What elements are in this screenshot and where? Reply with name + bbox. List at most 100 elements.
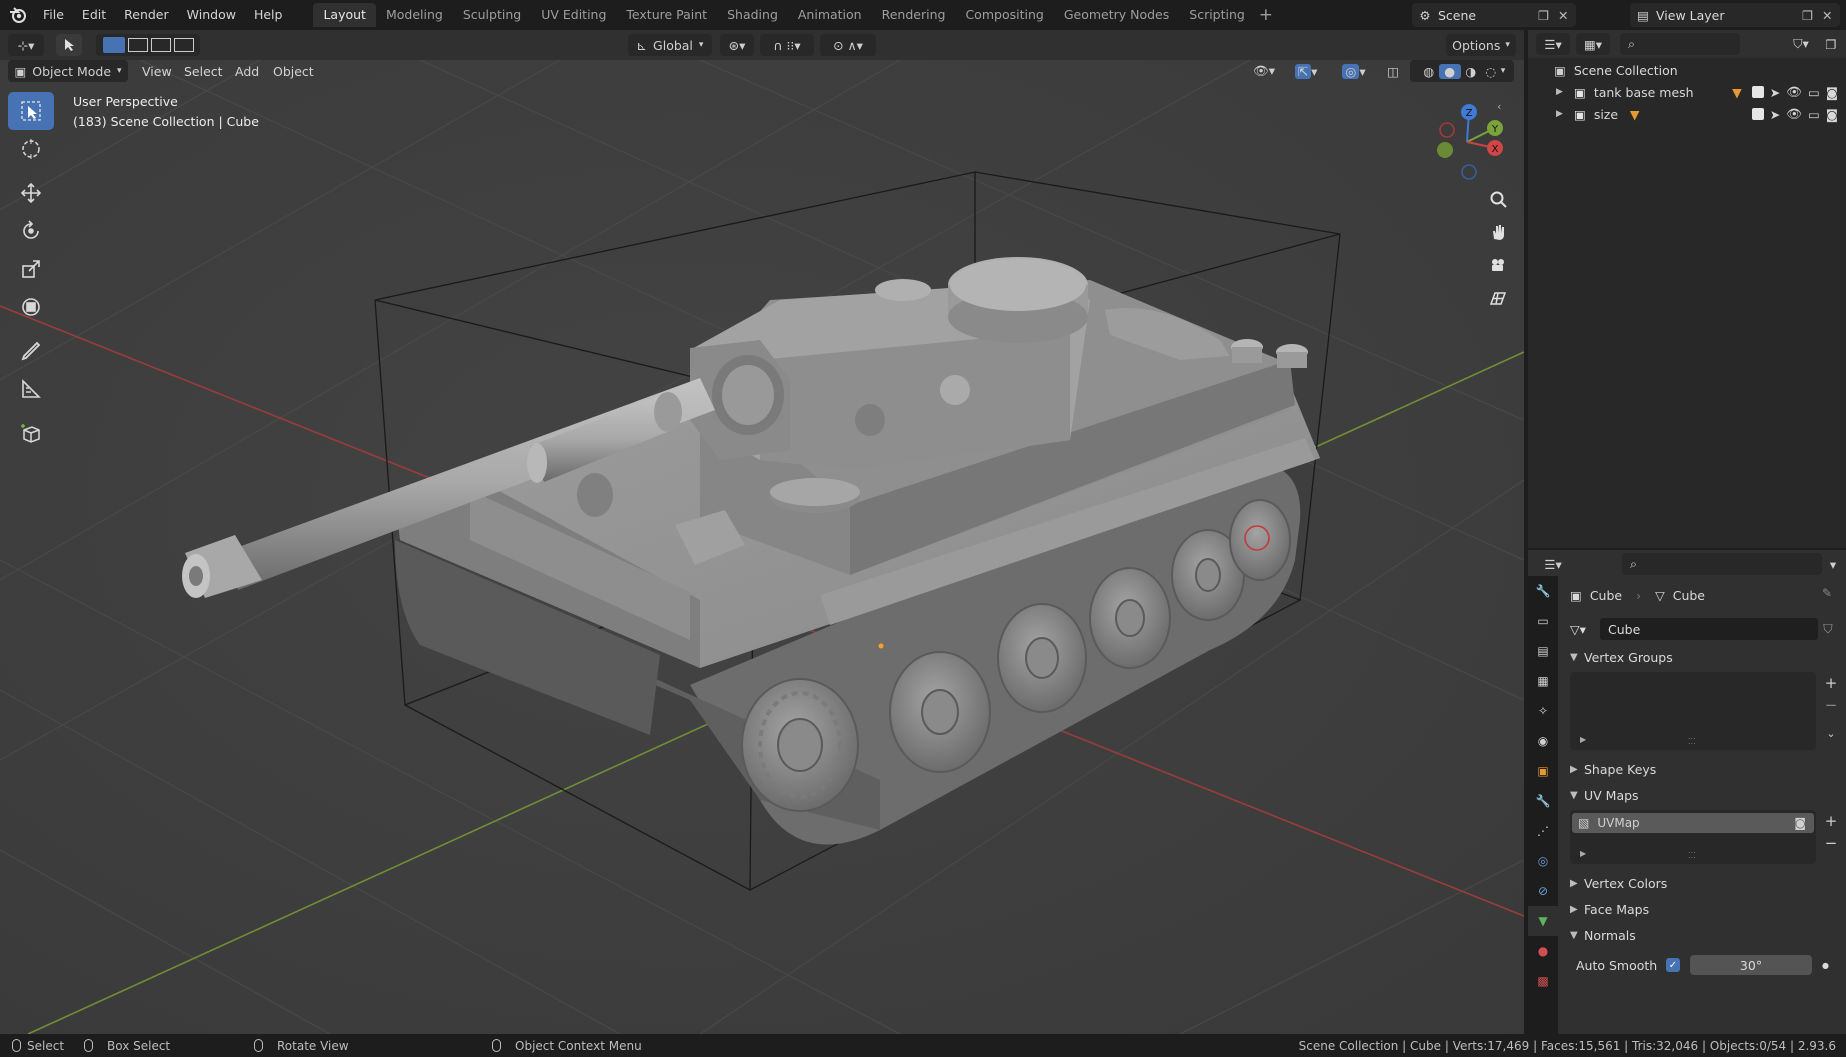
add-cube-tool-icon[interactable] — [8, 414, 54, 452]
snapping-toggle[interactable]: ∩ ⁝⁝▾ — [760, 34, 814, 56]
pan-hand-icon[interactable] — [1483, 217, 1513, 247]
auto-smooth-checkbox[interactable]: ✓ — [1666, 958, 1680, 972]
add-vertex-group-button[interactable]: + — [1820, 672, 1842, 694]
outliner-search-input[interactable]: ⌕ — [1620, 33, 1740, 55]
resize-grip-icon[interactable]: ⁚⁚⁚ — [1688, 851, 1696, 860]
monitor-icon[interactable]: ▭ — [1808, 85, 1820, 100]
list-expand-icon[interactable]: ▶ — [1580, 849, 1586, 858]
outliner-row-size[interactable]: ▶ ▣ size ▼ ➤ 👁 ▭ ◙ — [1528, 103, 1846, 125]
gizmo-toggle-icon[interactable]: ⇱ ▾ — [1286, 60, 1326, 82]
tab-scripting[interactable]: Scripting — [1179, 3, 1255, 27]
material-tab-icon[interactable]: ● — [1528, 936, 1558, 966]
add-workspace-button[interactable]: + — [1255, 3, 1277, 27]
tool-settings-tab-icon[interactable]: 🔧 — [1528, 576, 1558, 606]
pivot-point-dropdown[interactable]: ⊛▾ — [720, 34, 754, 56]
mesh-browse-icon[interactable]: ▽▾ — [1570, 622, 1600, 637]
remove-scene-icon[interactable]: ✕ — [1558, 8, 1576, 23]
select-pointer-icon[interactable]: ➤ — [1770, 107, 1780, 122]
menu-file[interactable]: File — [34, 0, 73, 30]
menu-window[interactable]: Window — [178, 0, 245, 30]
material-shading-icon[interactable]: ◑ — [1461, 64, 1481, 79]
expand-arrow-icon[interactable]: ▶ — [1556, 109, 1570, 119]
vertex-colors-header[interactable]: ▶ Vertex Colors — [1570, 872, 1667, 894]
auto-smooth-angle-field[interactable]: 30° — [1690, 955, 1812, 975]
extend-selection-icon[interactable] — [127, 38, 148, 52]
view-layer-selector[interactable]: ▤ View Layer ❐ ✕ — [1630, 3, 1840, 27]
new-collection-icon[interactable]: ❐ — [1820, 33, 1842, 55]
object-tab-icon[interactable]: ▣ — [1528, 756, 1558, 786]
copy-view-layer-icon[interactable]: ❐ — [1802, 8, 1822, 23]
menu-edit[interactable]: Edit — [73, 0, 115, 30]
camera-icon[interactable]: ◙ — [1826, 85, 1838, 100]
tab-modeling[interactable]: Modeling — [376, 3, 453, 27]
properties-editor-type-icon[interactable]: ☰▾ — [1536, 553, 1570, 575]
add-uv-map-button[interactable]: + — [1820, 810, 1842, 832]
editor-type-button[interactable]: ⊹▾ — [8, 34, 44, 56]
chevron-down-icon[interactable]: ▾ — [1501, 66, 1506, 76]
intersect-selection-icon[interactable] — [173, 38, 194, 52]
copy-scene-icon[interactable]: ❐ — [1538, 8, 1558, 23]
output-tab-icon[interactable]: ▤ — [1528, 636, 1558, 666]
world-tab-icon[interactable]: ◉ — [1528, 726, 1558, 756]
particles-tab-icon[interactable]: ⋰ — [1528, 816, 1558, 846]
tab-layout[interactable]: Layout — [313, 3, 376, 27]
properties-search-input[interactable]: ⌕ — [1622, 553, 1822, 575]
data-tab-icon[interactable]: ▼ — [1528, 906, 1558, 936]
orthographic-grid-icon[interactable] — [1483, 283, 1513, 313]
proportional-editing-toggle[interactable]: ⊙ ∧▾ — [820, 34, 876, 56]
scene-selector[interactable]: ⚙ Scene ❐ ✕ — [1412, 3, 1576, 27]
wireframe-shading-icon[interactable]: ◍ — [1419, 64, 1439, 79]
tab-shading[interactable]: Shading — [717, 3, 788, 27]
outliner-row-scene-collection[interactable]: ▣ Scene Collection — [1528, 59, 1846, 81]
camera-view-icon[interactable] — [1483, 250, 1513, 280]
transform-orientation-dropdown[interactable]: ⊾ Global ▾ — [628, 34, 712, 56]
include-checkbox[interactable] — [1751, 86, 1764, 98]
texture-tab-icon[interactable]: ▩ — [1528, 966, 1558, 996]
vertex-group-specials-button[interactable]: ⌄ — [1820, 722, 1842, 744]
outliner-row-tank-base-mesh[interactable]: ▶ ▣ tank base mesh ▼ ➤ 👁 ▭ ◙ — [1528, 81, 1846, 103]
remove-vertex-group-button[interactable]: − — [1820, 694, 1842, 716]
menu-select[interactable]: Select — [184, 60, 223, 82]
measure-tool-icon[interactable] — [8, 370, 54, 408]
keyframe-dot-icon[interactable]: ● — [1822, 961, 1829, 970]
zoom-icon[interactable] — [1483, 184, 1513, 214]
normals-header[interactable]: ▼ Normals — [1570, 924, 1636, 946]
eye-icon[interactable]: 👁 — [1786, 84, 1802, 100]
tab-uv-editing[interactable]: UV Editing — [531, 3, 616, 27]
mesh-name-field[interactable]: Cube — [1600, 618, 1818, 640]
overlays-toggle-icon[interactable]: ◎ ▾ — [1332, 60, 1376, 82]
outliner-editor-type-icon[interactable]: ☰▾ — [1536, 33, 1570, 55]
render-tab-icon[interactable]: ▭ — [1528, 606, 1558, 636]
visibility-icon[interactable]: 👁▾ — [1244, 60, 1284, 82]
xray-toggle-icon[interactable]: ◫ — [1382, 60, 1404, 82]
chevron-down-icon[interactable]: ▾ — [1822, 553, 1844, 575]
3d-viewport[interactable]: User Perspective (183) Scene Collection … — [0, 60, 1524, 1034]
solid-shading-icon[interactable]: ● — [1438, 63, 1461, 79]
face-maps-header[interactable]: ▶ Face Maps — [1570, 898, 1649, 920]
display-mode-icon[interactable]: ▦▾ — [1576, 33, 1610, 55]
select-pointer-icon[interactable]: ➤ — [1770, 85, 1780, 100]
remove-uv-map-button[interactable]: − — [1820, 832, 1842, 854]
new-selection-icon[interactable] — [102, 37, 125, 53]
tab-rendering[interactable]: Rendering — [872, 3, 956, 27]
vertex-groups-list[interactable]: ▶ ⁚⁚⁚ — [1570, 672, 1816, 750]
filter-icon[interactable]: ⛉▾ — [1784, 33, 1818, 55]
tab-texture-paint[interactable]: Texture Paint — [616, 3, 717, 27]
uv-map-item[interactable]: ▧ UVMap ◙ — [1572, 813, 1814, 833]
constraints-tab-icon[interactable]: ⊘ — [1528, 876, 1558, 906]
vertex-groups-header[interactable]: ▼ Vertex Groups — [1570, 646, 1673, 668]
rendered-shading-icon[interactable]: ◌ — [1481, 64, 1501, 79]
fake-user-icon[interactable]: ⛉ — [1818, 621, 1838, 637]
blender-logo-icon[interactable] — [8, 5, 28, 25]
pin-icon[interactable]: ✎ — [1822, 586, 1832, 600]
modifiers-tab-icon[interactable]: 🔧 — [1528, 786, 1558, 816]
navigation-gizmo[interactable]: Z Y X — [1425, 98, 1505, 188]
menu-help[interactable]: Help — [245, 0, 292, 30]
tab-animation[interactable]: Animation — [788, 3, 872, 27]
include-checkbox[interactable] — [1751, 108, 1764, 120]
menu-object[interactable]: Object — [273, 60, 314, 82]
sidebar-toggle-icon[interactable]: ‹ — [1497, 100, 1501, 113]
scene-tab-icon[interactable]: ✧ — [1528, 696, 1558, 726]
expand-arrow-icon[interactable]: ▶ — [1556, 87, 1570, 97]
shading-mode-buttons[interactable]: ◍ ● ◑ ◌ ▾ — [1410, 60, 1514, 82]
